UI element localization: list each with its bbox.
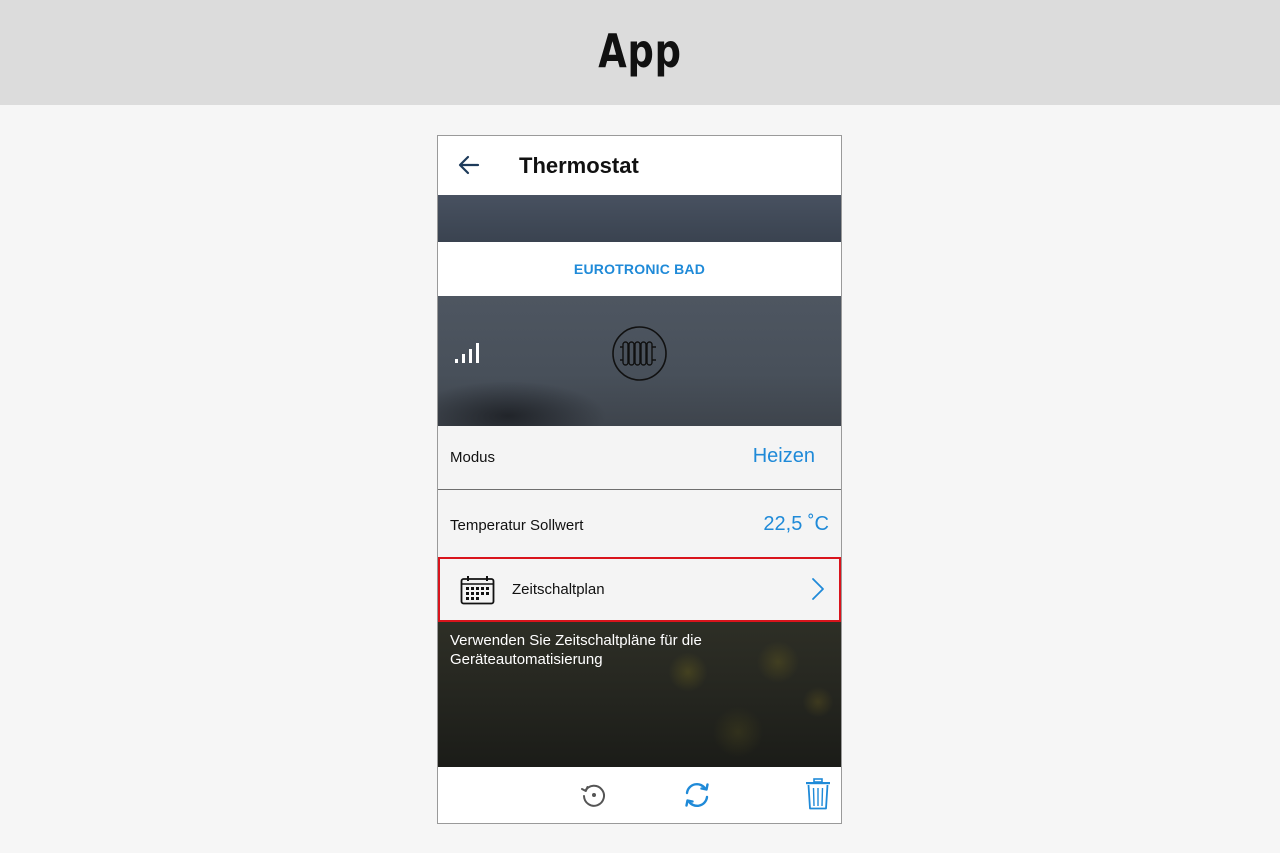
mode-value[interactable]: Heizen [753,445,815,468]
mode-label: Modus [450,449,496,466]
banner-title: App [598,24,682,78]
header-image-strip [438,195,841,242]
trash-icon[interactable] [805,778,831,810]
temperature-setpoint-row[interactable]: Temperatur Sollwert 22,5 ˚C [438,490,841,557]
app-bar: Thermostat [438,136,841,195]
device-name: EUROTRONIC BAD [573,261,706,277]
schedule-info-text: Verwenden Sie Zeitschaltpläne für die Ge… [450,632,702,668]
schedule-row[interactable]: Zeitschaltplan [438,557,841,622]
radiator-icon[interactable] [611,325,668,382]
schedule-info-panel: Verwenden Sie Zeitschaltpläne für die Ge… [438,622,841,767]
temperature-setpoint-value[interactable]: 22,5 ˚C [763,513,829,536]
top-banner: App [0,0,1280,105]
arrow-left-icon[interactable] [456,152,482,178]
bottom-toolbar [438,767,841,823]
chevron-right-icon [812,578,824,600]
mode-row[interactable]: Modus Heizen [438,426,841,490]
phone-screen: Thermostat EUROTRONIC BAD Modus Heizen T… [437,135,842,824]
sync-icon[interactable] [682,780,712,810]
history-icon[interactable] [580,781,607,808]
page-title: Thermostat [519,153,639,178]
device-name-bar: EUROTRONIC BAD [438,242,841,296]
device-hero [438,296,841,426]
signal-strength-icon [455,343,479,363]
temperature-setpoint-label: Temperatur Sollwert [450,517,584,534]
schedule-label: Zeitschaltplan [512,581,605,598]
calendar-icon [460,576,495,605]
